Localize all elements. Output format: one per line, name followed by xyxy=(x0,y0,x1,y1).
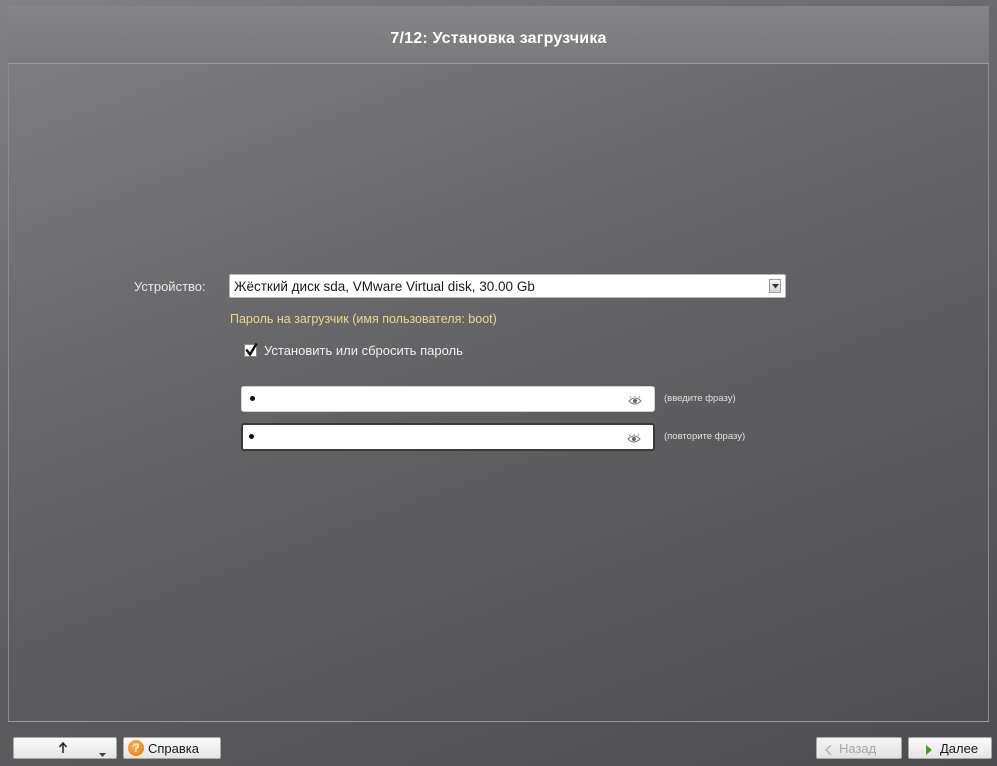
chevron-right-icon xyxy=(925,743,933,758)
chevron-down-icon[interactable] xyxy=(769,279,781,293)
bootloader-password-hint: Пароль на загрузчик (имя пользователя: b… xyxy=(230,312,497,326)
help-button-label: Справка xyxy=(148,741,199,756)
help-icon: ? xyxy=(128,740,144,756)
set-password-checkbox[interactable] xyxy=(244,343,258,357)
chevron-down-icon[interactable] xyxy=(99,746,106,761)
password-caption: (введите фразу) xyxy=(664,393,736,404)
password-input[interactable] xyxy=(241,386,655,412)
chevron-left-icon xyxy=(824,743,832,758)
password-confirm-caption: (повторите фразу) xyxy=(664,431,746,442)
eye-icon[interactable] xyxy=(628,393,642,411)
back-button[interactable]: Назад xyxy=(816,737,902,759)
set-password-checkbox-row[interactable]: Установить или сбросить пароль xyxy=(244,343,463,358)
eye-icon[interactable] xyxy=(627,431,641,449)
next-button-label: Далее xyxy=(940,741,979,756)
device-select-value: Жёсткий диск sda, VMware Virtual disk, 3… xyxy=(234,279,535,294)
page-title: 7/12: Установка загрузчика xyxy=(390,30,607,47)
back-button-label: Назад xyxy=(839,741,877,756)
set-password-label: Установить или сбросить пароль xyxy=(264,343,463,358)
up-arrow-icon xyxy=(58,741,68,758)
help-button[interactable]: ? Справка xyxy=(123,737,221,759)
title-bar: 7/12: Установка загрузчика xyxy=(8,6,989,64)
content-border xyxy=(8,6,989,722)
up-button[interactable] xyxy=(13,737,117,759)
password-confirm-mask xyxy=(249,434,254,439)
device-label: Устройство: xyxy=(134,279,206,294)
password-mask xyxy=(250,396,255,401)
next-button[interactable]: Далее xyxy=(908,737,992,759)
device-select[interactable]: Жёсткий диск sda, VMware Virtual disk, 3… xyxy=(229,274,786,298)
password-confirm-input[interactable] xyxy=(241,423,655,451)
footer-divider xyxy=(8,721,989,722)
